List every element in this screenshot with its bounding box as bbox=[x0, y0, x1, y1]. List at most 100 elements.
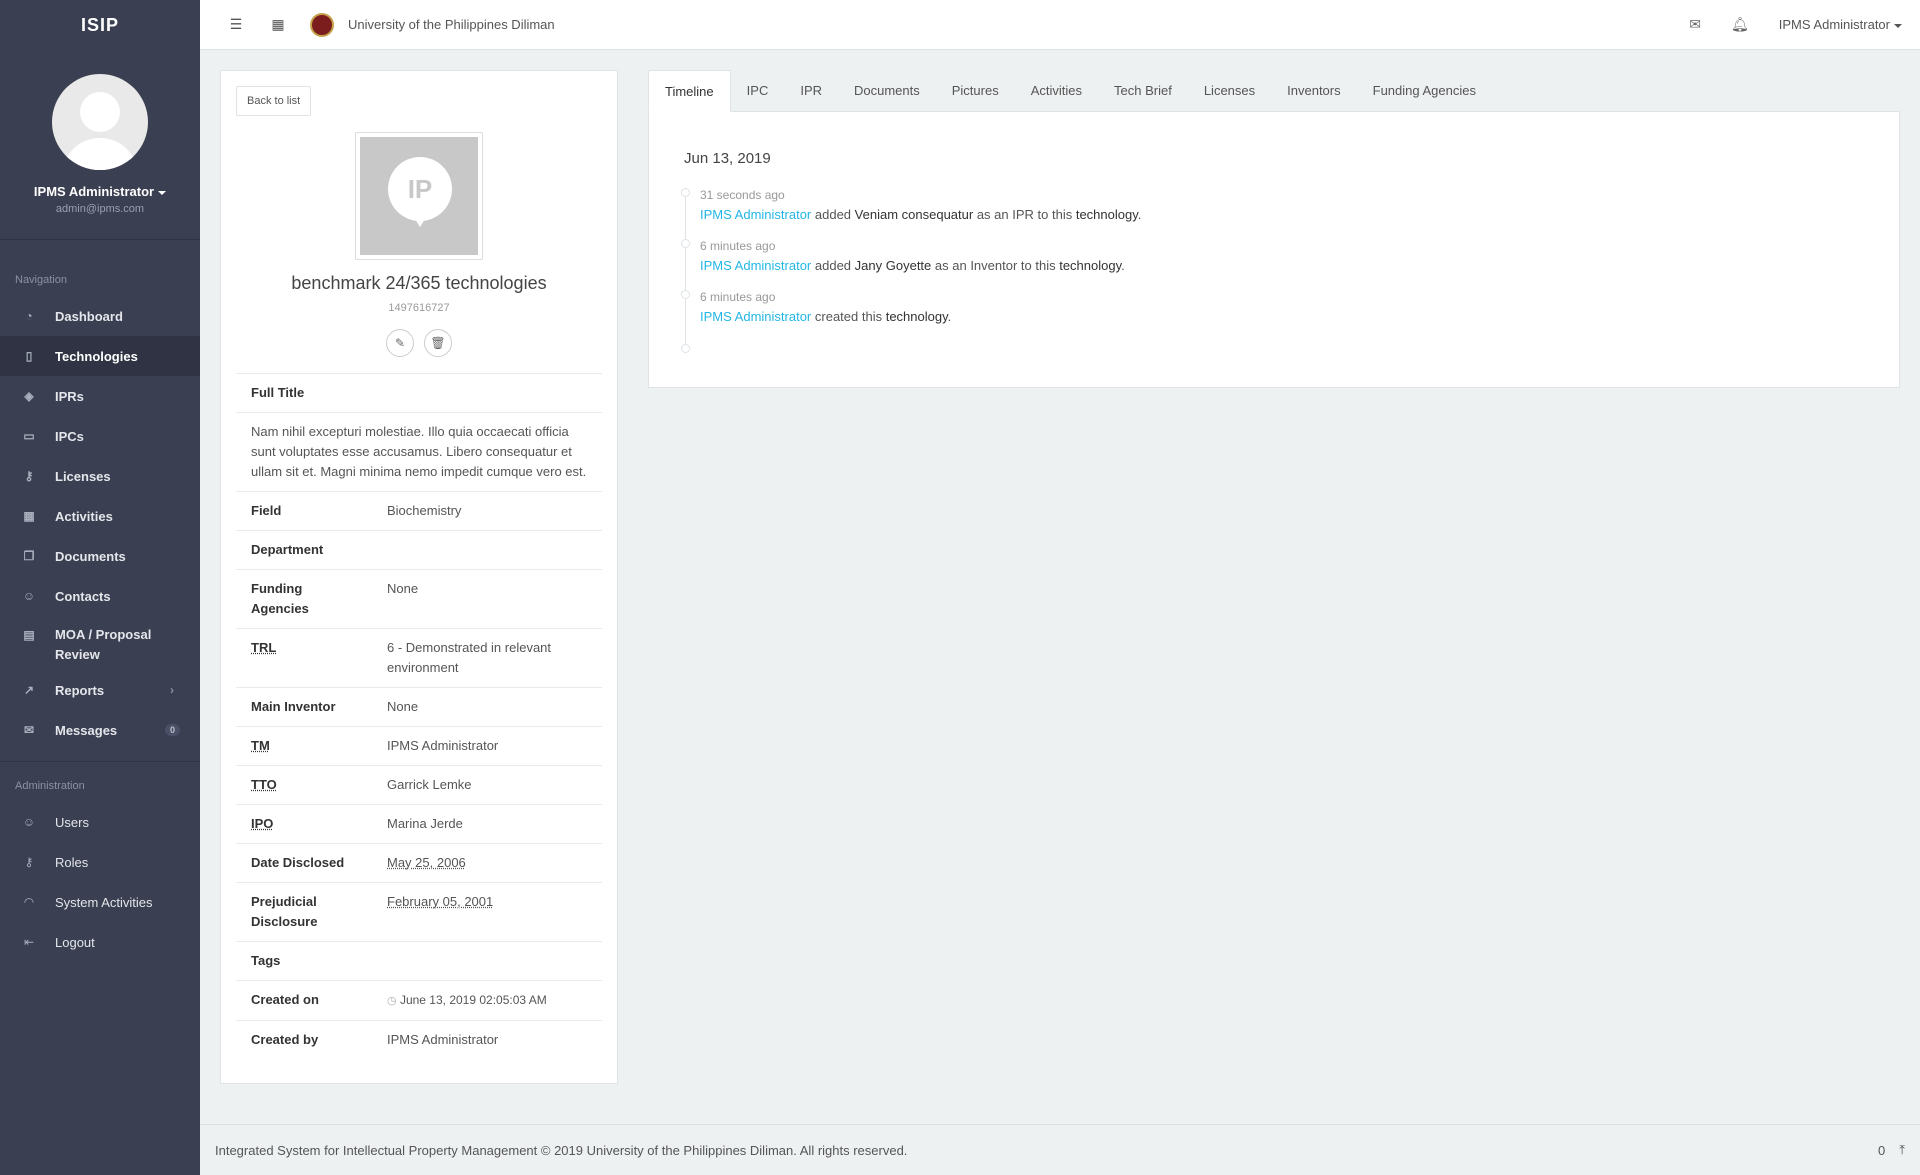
tab-funding-agencies[interactable]: Funding Agencies bbox=[1357, 70, 1492, 111]
detail-value: February 05, 2001 bbox=[387, 894, 494, 909]
tab-inventors[interactable]: Inventors bbox=[1271, 70, 1356, 111]
detail-value: None bbox=[387, 699, 419, 714]
detail-label: TRL bbox=[251, 640, 277, 655]
tab-ipc[interactable]: IPC bbox=[731, 70, 785, 111]
detail-label: Funding Agencies bbox=[251, 581, 309, 616]
timeline-object: Jany Goyette bbox=[854, 258, 932, 273]
profile-name: IPMS Administrator bbox=[33, 184, 155, 199]
sidebar-item-label: Users bbox=[55, 814, 89, 830]
sidebar-item-activities[interactable]: ▦ Activities bbox=[0, 496, 200, 536]
detail-value: Garrick Lemke bbox=[387, 777, 472, 792]
edit-button[interactable]: ✎ bbox=[386, 329, 414, 357]
detail-label: Created by bbox=[251, 1032, 319, 1047]
sidebar-item-licenses[interactable]: ⚷ Licenses bbox=[0, 456, 200, 496]
detail-row-field: Field Biochemistry bbox=[236, 491, 602, 530]
detail-value: Nam nihil excepturi molestiae. Illo quia… bbox=[251, 424, 587, 479]
technology-image: IP bbox=[355, 132, 483, 260]
detail-label: TTO bbox=[251, 777, 277, 792]
sidebar-item-label: Documents bbox=[55, 548, 126, 564]
timeline-verb: added bbox=[814, 258, 852, 273]
graph-icon: ↗ bbox=[23, 683, 35, 697]
tab-ipr[interactable]: IPR bbox=[784, 70, 838, 111]
detail-value bbox=[387, 540, 587, 560]
sidebar-item-dashboard[interactable]: ◔ Dashboard bbox=[0, 296, 200, 336]
contacts-icon: ☺ bbox=[22, 589, 36, 603]
tab-pictures[interactable]: Pictures bbox=[936, 70, 1015, 111]
folder-icon: ▭ bbox=[23, 429, 35, 443]
key-icon: ⚷ bbox=[24, 855, 34, 869]
brand-logo[interactable]: ISIP bbox=[0, 0, 200, 50]
messages-count-badge: 0 bbox=[164, 724, 180, 736]
actor-link[interactable]: IPMS Administrator bbox=[700, 309, 811, 324]
detail-value: IPMS Administrator bbox=[387, 1032, 499, 1047]
detail-value: 6 - Demonstrated in relevant environment bbox=[387, 640, 552, 675]
actor-link[interactable]: IPMS Administrator bbox=[700, 207, 811, 222]
envelope-icon[interactable]: ✉ bbox=[1689, 16, 1701, 33]
tab-documents[interactable]: Documents bbox=[838, 70, 936, 111]
sidebar-item-label: Messages bbox=[55, 722, 118, 738]
sidebar-item-technologies[interactable]: ▯ Technologies bbox=[0, 336, 200, 376]
sidebar-item-label: MOA / Proposal Review bbox=[55, 627, 152, 662]
sidebar-item-contacts[interactable]: ☺ Contacts bbox=[0, 576, 200, 616]
footer-count: 0 bbox=[1878, 1142, 1886, 1158]
sidebar-item-ipcs[interactable]: ▭ IPCs bbox=[0, 416, 200, 456]
layers-icon: ◈ bbox=[24, 389, 34, 403]
detail-label: IPO bbox=[251, 816, 274, 831]
envelope-icon: ✉ bbox=[23, 723, 35, 737]
sidebar-item-label: IPCs bbox=[55, 428, 84, 444]
tab-licenses[interactable]: Licenses bbox=[1188, 70, 1271, 111]
detail-row-ipo: IPO Marina Jerde bbox=[236, 804, 602, 843]
tab-activities[interactable]: Activities bbox=[1015, 70, 1098, 111]
sidebar-item-reports[interactable]: ↗ Reports › bbox=[0, 670, 200, 710]
footer: Integrated System for Intellectual Prope… bbox=[200, 1124, 1920, 1175]
back-to-list-button[interactable]: Back to list bbox=[236, 86, 312, 116]
detail-label: Prejudicial Disclosure bbox=[251, 894, 318, 929]
scroll-top-icon[interactable]: ⤒ bbox=[1899, 1142, 1905, 1158]
timeline-pane: Jun 13, 2019 31 seconds ago IPMS Adminis… bbox=[648, 112, 1900, 388]
avatar[interactable] bbox=[52, 74, 148, 170]
sidebar-item-label: Roles bbox=[55, 854, 89, 870]
details-table: Full Title Nam nihil excepturi molestiae… bbox=[236, 373, 602, 1059]
sidebar-item-logout[interactable]: ⇤ Logout bbox=[0, 922, 200, 962]
key-icon: ⚷ bbox=[24, 469, 34, 483]
bell-icon[interactable]: 🔔︎ bbox=[1731, 16, 1749, 33]
sidebar-item-iprs[interactable]: ◈ IPRs bbox=[0, 376, 200, 416]
calendar-icon[interactable]: ▦ bbox=[266, 16, 290, 33]
timeline-dot bbox=[681, 239, 690, 248]
menu-toggle-icon[interactable]: ☰ bbox=[224, 16, 248, 33]
actor-link[interactable]: IPMS Administrator bbox=[700, 258, 811, 273]
user-menu-label: IPMS Administrator bbox=[1778, 17, 1890, 32]
topbar: ☰ ▦ University of the Philippines Dilima… bbox=[200, 0, 1920, 50]
sidebar-item-moa-proposal-review[interactable]: ▤ MOA / Proposal Review bbox=[0, 616, 200, 670]
tab-timeline[interactable]: Timeline bbox=[648, 70, 731, 112]
timeline-dot bbox=[681, 290, 690, 299]
user-icon: ☺ bbox=[22, 815, 36, 829]
sidebar-item-label: System Activities bbox=[55, 894, 153, 910]
notebook-icon: ▤ bbox=[23, 628, 35, 642]
clock-icon: ◷ bbox=[387, 995, 397, 1007]
university-seal-logo bbox=[310, 12, 334, 37]
tab-bar: Timeline IPC IPR Documents Pictures Acti… bbox=[648, 70, 1900, 112]
delete-button[interactable]: 🗑︎ bbox=[424, 329, 452, 357]
detail-row-main-inventor: Main Inventor None bbox=[236, 687, 602, 726]
logout-icon: ⇤ bbox=[23, 935, 35, 949]
tab-tech-brief[interactable]: Tech Brief bbox=[1098, 70, 1188, 111]
detail-row-created-on: Created on ◷ June 13, 2019 02:05:03 AM bbox=[236, 980, 602, 1020]
detail-label: Date Disclosed bbox=[251, 855, 345, 870]
timeline-verb: created this bbox=[814, 309, 883, 324]
timeline-date: Jun 13, 2019 bbox=[684, 150, 771, 167]
detail-label: Field bbox=[251, 503, 282, 518]
detail-label: Main Inventor bbox=[251, 699, 336, 714]
timeline-entry: 6 minutes ago IPMS Administrator created… bbox=[700, 290, 952, 324]
profile-section: IPMS Administrator admin@ipms.com bbox=[0, 50, 200, 240]
timeline-line bbox=[685, 188, 686, 348]
sidebar-item-roles[interactable]: ⚷ Roles bbox=[0, 842, 200, 882]
sidebar-item-system-activities[interactable]: ◠ System Activities bbox=[0, 882, 200, 922]
sidebar-item-documents[interactable]: ❐ Documents bbox=[0, 536, 200, 576]
profile-name-dropdown[interactable]: IPMS Administrator bbox=[0, 184, 200, 199]
user-menu[interactable]: IPMS Administrator bbox=[1779, 17, 1902, 32]
detail-label: Department bbox=[251, 542, 324, 557]
university-name: University of the Philippines Diliman bbox=[348, 17, 555, 32]
sidebar-item-users[interactable]: ☺ Users bbox=[0, 802, 200, 842]
sidebar-item-messages[interactable]: ✉ Messages 0 bbox=[0, 710, 200, 750]
